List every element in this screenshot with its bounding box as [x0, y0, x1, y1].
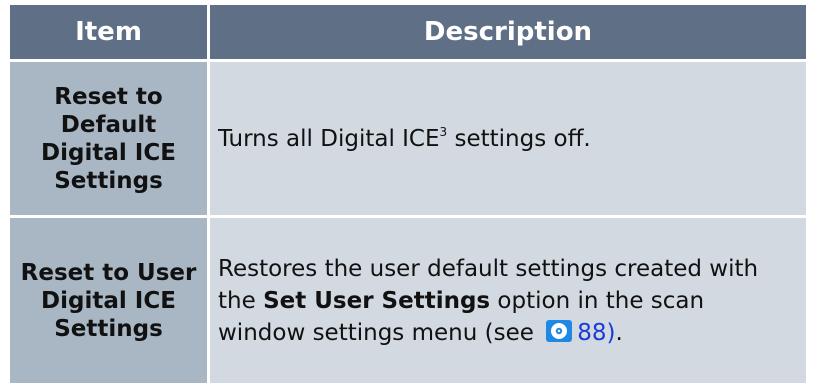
description-text: Restores the user default settings creat… [218, 253, 792, 349]
settings-table: Item Description Reset to Default Digita… [10, 5, 806, 383]
desc-text-part: . [615, 319, 623, 346]
table-row: Reset to Default Digital ICE Settings Tu… [10, 62, 806, 215]
desc-text-part: settings off. [447, 125, 591, 152]
page-reference-link[interactable]: 88) [577, 320, 615, 346]
item-reset-default: Reset to Default Digital ICE Settings [10, 62, 207, 215]
description-reset-user: Restores the user default settings creat… [210, 218, 806, 383]
table-row: Reset to User Digital ICE Settings Resto… [10, 218, 806, 383]
description-text: Turns all Digital ICE3 settings off. [218, 123, 591, 155]
cd-rom-reference-icon[interactable] [545, 319, 573, 343]
desc-text-part: Turns all Digital ICE [218, 125, 440, 152]
set-user-settings-label: Set User Settings [263, 287, 491, 314]
table-header-row: Item Description [10, 5, 806, 59]
description-reset-default: Turns all Digital ICE3 settings off. [210, 62, 806, 215]
header-description: Description [210, 5, 806, 59]
item-reset-user: Reset to User Digital ICE Settings [10, 218, 207, 383]
header-item: Item [10, 5, 207, 59]
